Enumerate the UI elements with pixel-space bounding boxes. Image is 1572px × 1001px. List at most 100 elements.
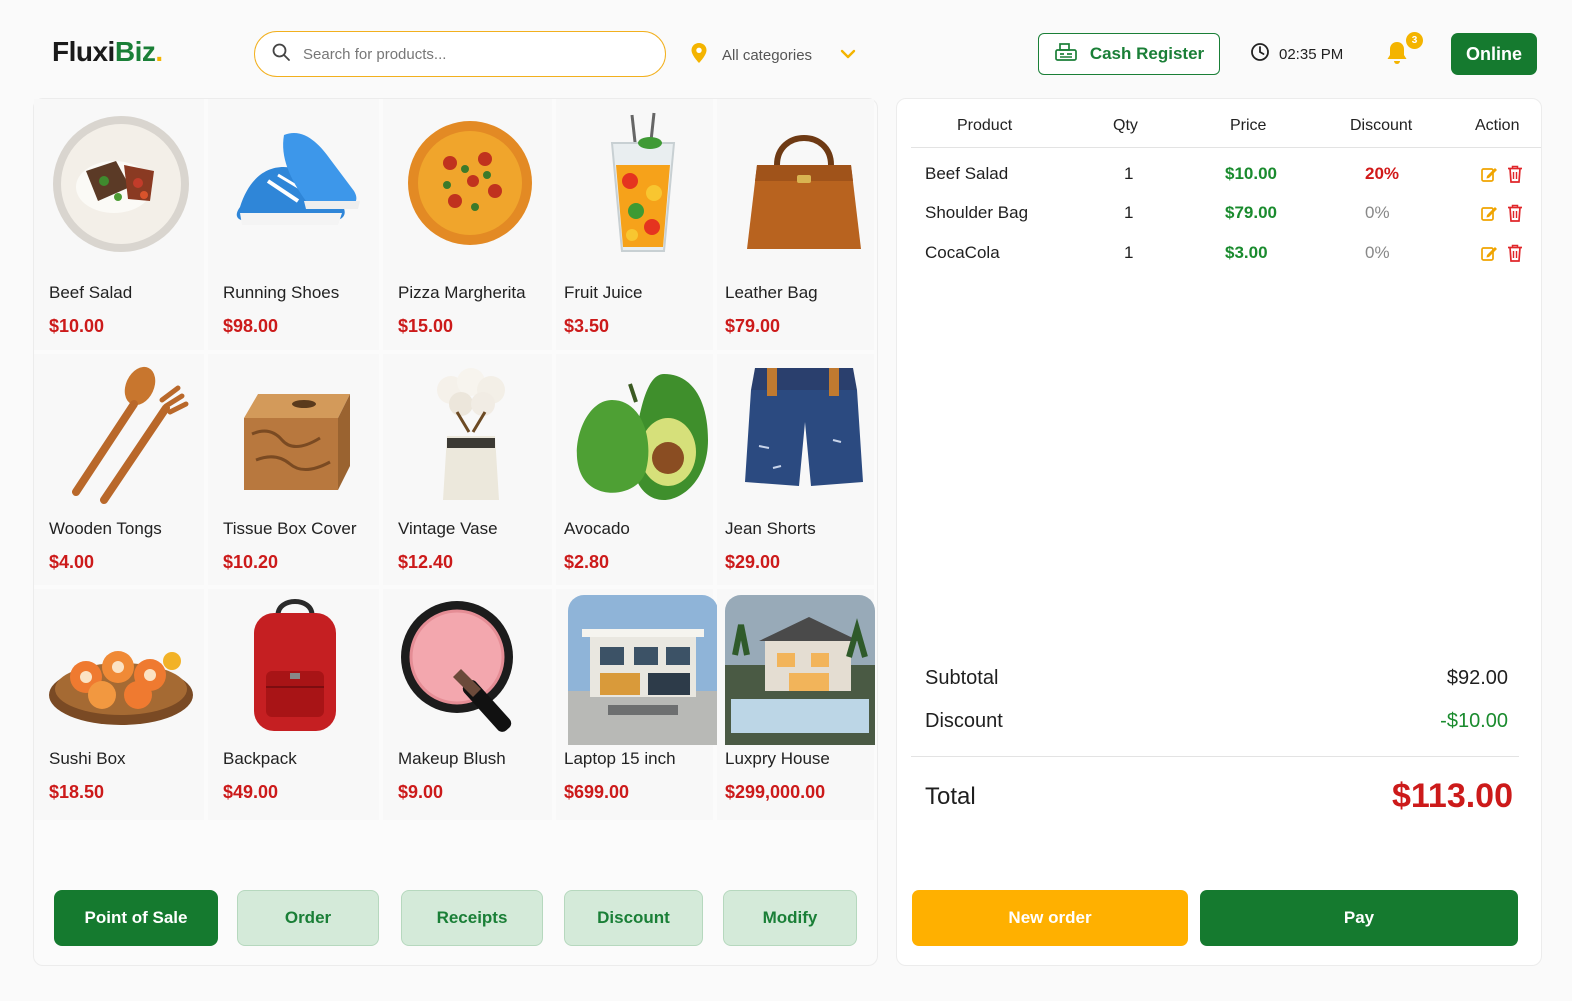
online-status-button[interactable]: Online (1451, 33, 1537, 75)
product-price: $29.00 (725, 552, 781, 572)
product-price: $9.00 (398, 782, 444, 802)
product-card[interactable]: Running Shoes $98.00 (208, 99, 379, 350)
notifications-button[interactable]: 3 (1385, 32, 1423, 66)
cart-price: $79.00 (1225, 203, 1277, 222)
clock-icon (1250, 42, 1270, 66)
product-price: $4.00 (49, 552, 95, 572)
notification-badge: 3 (1406, 32, 1423, 49)
product-card[interactable]: Vintage Vase $12.40 (383, 354, 552, 585)
makeup-blush-image (395, 595, 545, 745)
product-name: Beef Salad (49, 283, 133, 302)
nav-discount-button[interactable]: Discount (564, 890, 703, 946)
nav-receipts-button[interactable]: Receipts (401, 890, 543, 946)
product-price: $3.50 (564, 316, 610, 336)
logo-dot: . (155, 36, 163, 67)
product-card[interactable]: Sushi Box $18.50 (34, 589, 204, 820)
total-value: $113.00 (1391, 777, 1513, 815)
pay-button[interactable]: Pay (1200, 890, 1518, 946)
product-price: $18.50 (49, 782, 105, 802)
subtotal-value: $92.00 (1446, 667, 1508, 689)
search-icon (271, 42, 291, 67)
product-name: Wooden Tongs (49, 519, 162, 538)
product-card[interactable]: Makeup Blush $9.00 (383, 589, 552, 820)
edit-icon[interactable] (1480, 204, 1498, 222)
product-price: $79.00 (725, 316, 781, 336)
cart-qty: 1 (1124, 164, 1134, 183)
product-card[interactable]: Backpack $49.00 (208, 589, 379, 820)
pizza-image (395, 109, 545, 259)
cart-discount: 0% (1365, 203, 1390, 222)
product-name: Pizza Margherita (398, 283, 526, 302)
new-order-button[interactable]: New order (912, 890, 1188, 946)
backpack-image (220, 595, 370, 745)
house-photo-image (568, 595, 718, 745)
clock: 02:35 PM (1250, 42, 1343, 66)
cash-register-icon (1054, 42, 1078, 67)
product-name: Avocado (564, 519, 630, 538)
trash-icon[interactable] (1507, 244, 1523, 262)
trash-icon[interactable] (1507, 165, 1523, 183)
cash-register-button[interactable]: Cash Register (1038, 33, 1220, 75)
product-card[interactable]: Leather Bag $79.00 (717, 99, 874, 350)
cash-register-label: Cash Register (1089, 44, 1205, 63)
table-header-divider (911, 147, 1541, 148)
product-price: $10.20 (223, 552, 279, 572)
header-action: Action (1475, 117, 1520, 134)
product-card[interactable]: Avocado $2.80 (556, 354, 713, 585)
cart-price: $10.00 (1225, 164, 1277, 183)
category-dropdown[interactable]: All categories (690, 42, 856, 68)
product-card[interactable]: Fruit Juice $3.50 (556, 99, 713, 350)
trash-icon[interactable] (1507, 204, 1523, 222)
search-bar[interactable] (254, 31, 666, 77)
product-name: Luxpry House (725, 749, 830, 768)
product-price: $299,000.00 (725, 782, 826, 802)
product-card[interactable]: Pizza Margherita $15.00 (383, 99, 552, 350)
sushi-box-image (46, 595, 196, 745)
fruit-juice-image (568, 109, 718, 259)
nav-point-of-sale-button[interactable]: Point of Sale (54, 890, 218, 946)
product-price: $2.80 (564, 552, 610, 572)
product-name: Tissue Box Cover (223, 519, 357, 538)
product-card[interactable]: Luxpry House $299,000.00 (717, 589, 875, 820)
product-name: Fruit Juice (564, 283, 643, 302)
discount-label: Discount (925, 710, 1003, 732)
product-price: $10.00 (49, 316, 105, 336)
product-price: $98.00 (223, 316, 279, 336)
logo-main: Fluxi (52, 36, 115, 67)
logo-accent: Biz (114, 36, 156, 67)
nav-modify-button[interactable]: Modify (723, 890, 857, 946)
cart-panel: Product Qty Price Discount Action Beef S… (896, 98, 1542, 966)
header-qty: Qty (1113, 117, 1138, 134)
product-card[interactable]: Beef Salad $10.00 (34, 99, 204, 350)
category-label: All categories (722, 46, 813, 64)
jean-shorts-image (729, 360, 879, 510)
product-name: Leather Bag (725, 283, 818, 302)
chevron-down-icon (840, 46, 856, 64)
running-shoes-image (220, 109, 370, 259)
cart-qty: 1 (1124, 243, 1134, 262)
product-name: Jean Shorts (725, 519, 816, 538)
tissue-box-image (220, 360, 370, 510)
header-product: Product (957, 117, 1013, 134)
table-row: Beef Salad 1 $10.00 20% (897, 156, 1543, 192)
clock-time: 02:35 PM (1279, 45, 1344, 63)
header-discount: Discount (1350, 117, 1413, 134)
product-name: Backpack (223, 749, 297, 768)
product-name: Laptop 15 inch (564, 749, 676, 768)
nav-order-button[interactable]: Order (237, 890, 379, 946)
table-row: CocaCola 1 $3.00 0% (897, 235, 1543, 271)
product-name: Sushi Box (49, 749, 126, 768)
product-card[interactable]: Laptop 15 inch $699.00 (556, 589, 718, 820)
product-card[interactable]: Tissue Box Cover $10.20 (208, 354, 379, 585)
product-card[interactable]: Wooden Tongs $4.00 (34, 354, 204, 585)
product-name: Makeup Blush (398, 749, 506, 768)
search-input[interactable] (303, 45, 633, 63)
edit-icon[interactable] (1480, 165, 1498, 183)
product-card[interactable]: Jean Shorts $29.00 (717, 354, 874, 585)
cart-product-name: Beef Salad (925, 164, 1009, 183)
wooden-tongs-image (46, 360, 196, 510)
discount-value: -$10.00 (1440, 710, 1508, 732)
edit-icon[interactable] (1480, 244, 1498, 262)
location-pin-icon (690, 42, 708, 69)
product-name: Running Shoes (223, 283, 340, 302)
